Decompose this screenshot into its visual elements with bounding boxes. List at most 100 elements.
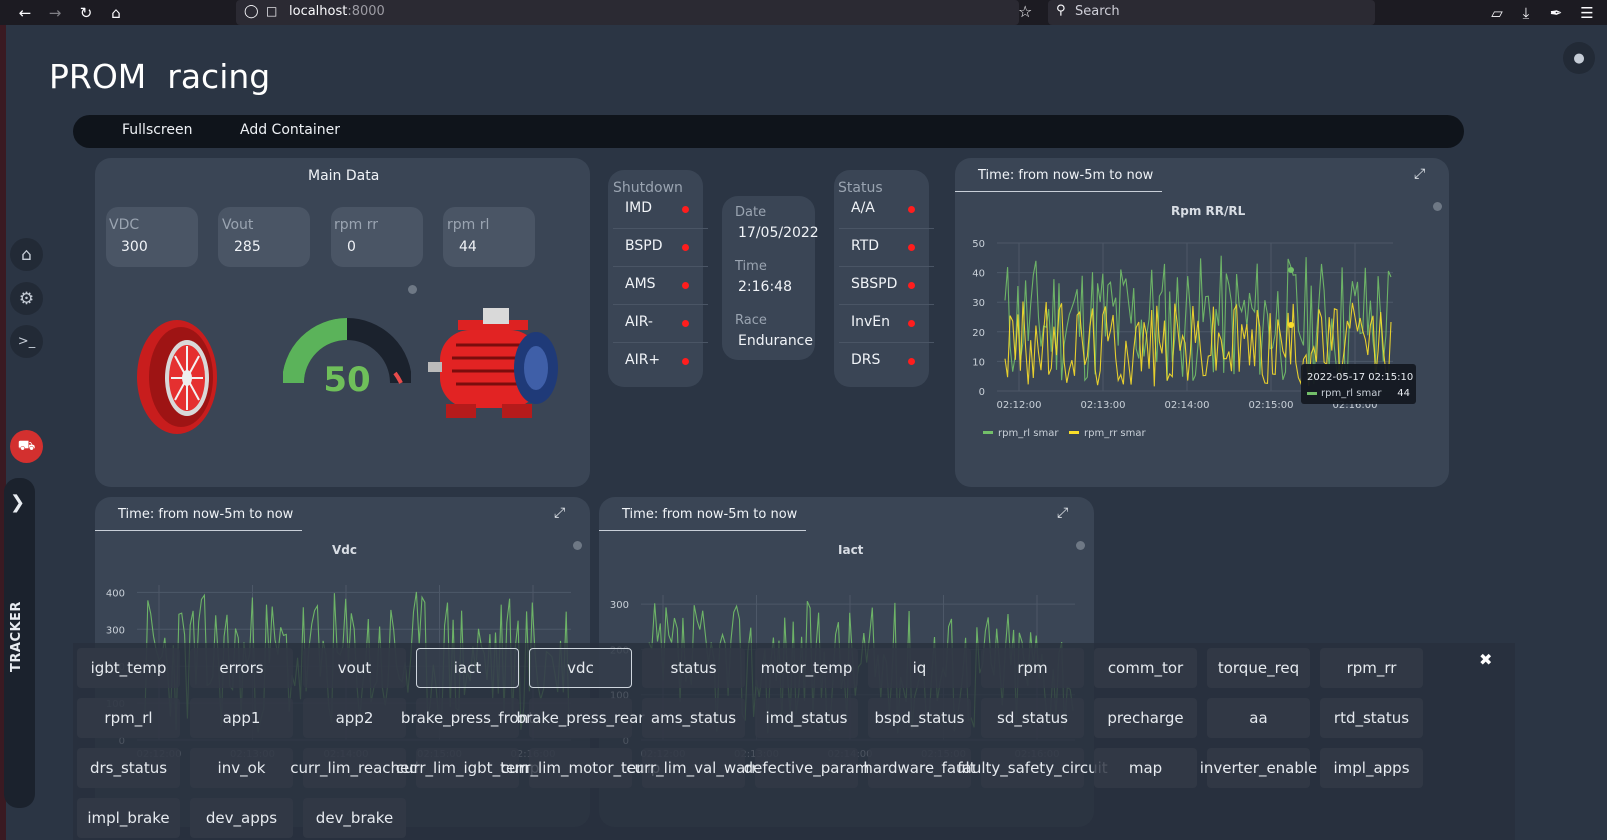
signal-chip-curr-lim-val-warn[interactable]: curr_lim_val_warn: [626, 748, 761, 788]
forward-icon[interactable]: →: [42, 0, 68, 25]
signal-chip-app1[interactable]: app1: [190, 698, 293, 738]
status-item: RTD: [851, 238, 880, 254]
signal-chip-impl-brake[interactable]: impl_brake: [77, 798, 180, 838]
status-indicator-dot: [908, 244, 915, 251]
tooltip-series: rpm_rl smar: [1321, 388, 1382, 399]
signal-chip-dev-brake[interactable]: dev_brake: [303, 798, 406, 838]
add-container-button[interactable]: Add Container: [240, 122, 340, 138]
status-indicator-dot: [908, 358, 915, 365]
signal-chip-curr-lim-motor-temp[interactable]: curr_lim_motor_temp: [501, 748, 660, 788]
signal-chip-bspd-status[interactable]: bspd_status: [868, 698, 971, 738]
sidebar-home-icon[interactable]: ⌂: [10, 238, 43, 271]
signal-chip-curr-lim-reached[interactable]: curr_lim_reached: [290, 748, 419, 788]
y-tick-label: 30: [972, 298, 985, 309]
signal-chip-status[interactable]: status: [642, 648, 745, 688]
vdc-chart-status-dot: [573, 541, 582, 550]
signal-chip-iact[interactable]: iact: [416, 648, 519, 688]
sidebar-terminal-icon[interactable]: >_: [10, 325, 43, 358]
signal-chip-inverter-enable[interactable]: inverter_enable: [1200, 748, 1317, 788]
chevron-right-icon[interactable]: ❯: [10, 492, 25, 513]
tile-rpm-rr-label: rpm rr: [334, 217, 378, 233]
legend-swatch: [983, 431, 993, 434]
shutdown-indicator-dot: [682, 282, 689, 289]
signal-chip-ams-status[interactable]: ams_status: [642, 698, 745, 738]
rpm-chart-time-range[interactable]: Time: from now-5m to now: [978, 168, 1153, 183]
tab-underline: [95, 530, 302, 531]
tile-rpm-rr: [331, 207, 423, 267]
tile-rpm-rl: [443, 207, 535, 267]
signal-chip-precharge[interactable]: precharge: [1094, 698, 1197, 738]
signal-chip-defective-param[interactable]: defective_param: [744, 748, 869, 788]
divider: [613, 266, 708, 267]
legend-label: rpm_rr smar: [1084, 428, 1147, 439]
signal-chip-iq[interactable]: iq: [868, 648, 971, 688]
hover-point: [1288, 322, 1294, 328]
fullscreen-button[interactable]: Fullscreen: [122, 122, 192, 138]
panel-status-dot: [408, 285, 417, 294]
signal-chip-map[interactable]: map: [1094, 748, 1197, 788]
signal-chip-rtd-status[interactable]: rtd_status: [1320, 698, 1423, 738]
signal-chip-motor-temp[interactable]: motor_temp: [755, 648, 858, 688]
hamburger-menu-icon[interactable]: ☰: [1574, 0, 1600, 25]
sidebar-car-icon[interactable]: ⛟: [10, 430, 43, 463]
divider: [613, 342, 708, 343]
signal-chip-comm-tor[interactable]: comm_tor: [1094, 648, 1197, 688]
signal-chip-vdc[interactable]: vdc: [529, 648, 632, 688]
signal-chip-drs-status[interactable]: drs_status: [77, 748, 180, 788]
signal-chip-impl-apps[interactable]: impl_apps: [1320, 748, 1423, 788]
chat-icon[interactable]: ●: [1563, 42, 1595, 74]
signal-chip-sd-status[interactable]: sd_status: [981, 698, 1084, 738]
iact-chart-time-range[interactable]: Time: from now-5m to now: [622, 507, 797, 522]
pocket-icon[interactable]: ▱: [1484, 0, 1510, 25]
home-icon[interactable]: ⌂: [103, 0, 129, 25]
bookmark-star-icon[interactable]: ☆: [1018, 2, 1032, 21]
signal-chip-igbt-temp[interactable]: igbt_temp: [77, 648, 180, 688]
expand-icon[interactable]: ⤢: [1057, 505, 1068, 521]
signal-chip-rpm-rl[interactable]: rpm_rl: [77, 698, 180, 738]
page-title: PROM racing: [49, 57, 271, 96]
signal-chip-vout[interactable]: vout: [303, 648, 406, 688]
hover-point: [1288, 267, 1294, 273]
signal-chip-brake-press-front[interactable]: brake_press_front: [401, 698, 534, 738]
signal-chip-inv-ok[interactable]: inv_ok: [190, 748, 293, 788]
expand-icon[interactable]: ⤢: [1414, 166, 1425, 182]
divider: [839, 342, 934, 343]
close-icon[interactable]: ✖: [1479, 650, 1492, 669]
signal-chip-rpm-rr[interactable]: rpm_rr: [1320, 648, 1423, 688]
x-tick-label: 02:15:00: [1249, 400, 1294, 411]
vdc-chart-title: Vdc: [332, 543, 357, 557]
signal-chip-aa[interactable]: aa: [1207, 698, 1310, 738]
url-text[interactable]: localhost:8000: [289, 4, 385, 19]
shutdown-indicator-dot: [682, 320, 689, 327]
signal-chip-rpm[interactable]: rpm: [981, 648, 1084, 688]
expand-icon[interactable]: ⤢: [554, 505, 565, 521]
reload-icon[interactable]: ↻: [73, 0, 99, 25]
tab-underline: [955, 191, 1162, 192]
y-tick-label: 10: [972, 357, 985, 368]
shield-icon[interactable]: ◯: [244, 4, 259, 19]
shutdown-indicator-dot: [682, 206, 689, 213]
date-label: Date: [735, 205, 767, 220]
status-indicator-dot: [908, 282, 915, 289]
download-icon[interactable]: ⤓: [1513, 0, 1539, 25]
date-value: 17/05/2022: [738, 225, 819, 241]
signal-chip-errors[interactable]: errors: [190, 648, 293, 688]
signal-chip-app2[interactable]: app2: [303, 698, 406, 738]
signal-chip-hardware-fault[interactable]: hardware_fault: [863, 748, 976, 788]
tile-vout-value: 285: [234, 239, 261, 255]
tire-icon: [137, 320, 217, 434]
back-icon[interactable]: ←: [12, 0, 38, 25]
signal-chip-imd-status[interactable]: imd_status: [755, 698, 858, 738]
gauge-value: 50: [323, 360, 370, 400]
signal-chip-faulty-safety-circuit[interactable]: faulty_safety_circuit: [957, 748, 1108, 788]
tile-vout: [218, 207, 310, 267]
y-tick-label: 0: [979, 387, 985, 398]
sidebar-settings-icon[interactable]: ⚙: [10, 282, 43, 315]
y-tick-label: 20: [972, 328, 985, 339]
vdc-chart-time-range[interactable]: Time: from now-5m to now: [118, 507, 293, 522]
signal-chip-torque-req[interactable]: torque_req: [1207, 648, 1310, 688]
extensions-icon[interactable]: ✒: [1543, 0, 1569, 25]
signal-chip-dev-apps[interactable]: dev_apps: [190, 798, 293, 838]
divider: [613, 304, 708, 305]
signal-chip-brake-press-rear[interactable]: brake_press_rear: [517, 698, 644, 738]
